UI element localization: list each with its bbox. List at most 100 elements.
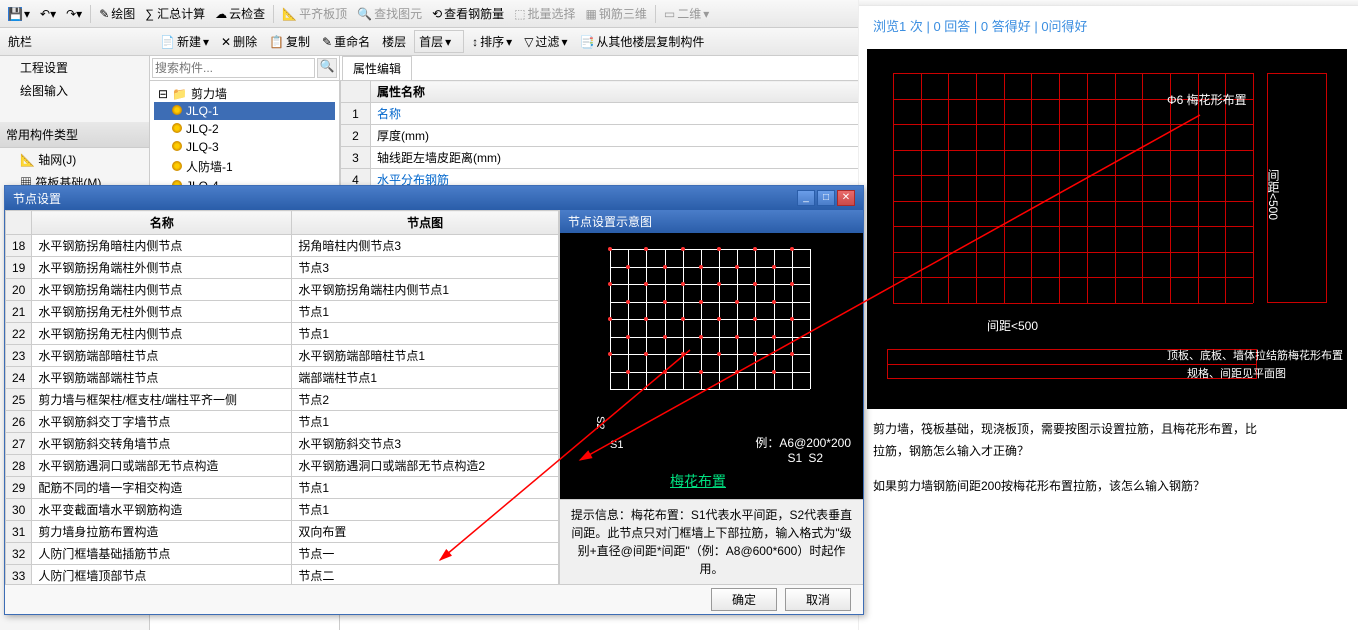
redo-icon[interactable]: ↷▾ (62, 5, 86, 23)
tree-node-jlq3[interactable]: JLQ-3 (154, 138, 335, 156)
node-row-fig[interactable]: 节点1 (292, 411, 559, 433)
node-table-row[interactable]: 32 人防门框墙基础插筋节点 节点一 (6, 543, 559, 565)
node-row-num: 26 (6, 411, 32, 433)
node-table-row[interactable]: 23 水平钢筋端部暗柱节点 水平钢筋端部暗柱节点1 (6, 345, 559, 367)
node-table-row[interactable]: 27 水平钢筋斜交转角墙节点 水平钢筋斜交节点3 (6, 433, 559, 455)
ok-button[interactable]: 确定 (711, 588, 777, 611)
node-row-num: 28 (6, 455, 32, 477)
node-table-row[interactable]: 29 配筋不同的墙一字相交构造 节点1 (6, 477, 559, 499)
tree-node-rfq1[interactable]: 人防墙-1 (154, 156, 335, 177)
node-table-row[interactable]: 18 水平钢筋拐角暗柱内侧节点 拐角暗柱内侧节点3 (6, 235, 559, 257)
node-row-fig[interactable]: 节点1 (292, 323, 559, 345)
cad-diagram: Φ6 梅花形布置 间距<500 间距<500 顶板、底板、墙体拉结筋梅花形布置 … (867, 49, 1347, 409)
floor-select[interactable]: 首层 ▾ (414, 30, 464, 53)
node-row-fig[interactable]: 水平钢筋斜交节点3 (292, 433, 559, 455)
node-row-num: 27 (6, 433, 32, 455)
s1-label: S1 (610, 439, 623, 451)
node-row-fig[interactable]: 节点二 (292, 565, 559, 585)
node-row-name: 水平钢筋拐角无柱外侧节点 (32, 301, 292, 323)
node-row-fig[interactable]: 端部端柱节点1 (292, 367, 559, 389)
cad-label-spec: 规格、间距见平面图 (1187, 365, 1286, 381)
example-label: 例：A6@200*200 (755, 434, 851, 451)
view-2d-button[interactable]: ▭ 二维 ▾ (660, 3, 713, 24)
node-row-num: 31 (6, 521, 32, 543)
rename-button[interactable]: ✎ 重命名 (318, 31, 374, 52)
draw-input-button[interactable]: 绘图输入 (0, 79, 149, 102)
node-row-name: 水平钢筋拐角无柱内侧节点 (32, 323, 292, 345)
save-icon[interactable]: 💾▾ (4, 5, 34, 23)
cad-label-phi6: Φ6 梅花形布置 (1167, 91, 1247, 108)
node-row-fig[interactable]: 拐角暗柱内侧节点3 (292, 235, 559, 257)
undo-icon[interactable]: ↶▾ (36, 5, 60, 23)
cad-label-desc: 顶板、底板、墙体拉结筋梅花形布置 (1167, 347, 1343, 363)
browser-panel: 浏览1 次 | 0 回答 | 0 答得好 | 0问得好 Φ6 梅花形布置 间距<… (858, 0, 1358, 630)
batch-select-button[interactable]: ⬚ 批量选择 (510, 3, 579, 24)
rebar-3d-button[interactable]: ▦ 钢筋三维 (582, 3, 651, 24)
meihua-link[interactable]: 梅花布置 (670, 471, 726, 491)
node-row-fig[interactable]: 水平钢筋遇洞口或端部无节点构造2 (292, 455, 559, 477)
find-elem-button[interactable]: 🔍 查找图元 (353, 3, 426, 24)
cad-label-hspacing: 间距<500 (987, 317, 1038, 334)
node-table-row[interactable]: 24 水平钢筋端部端柱节点 端部端柱节点1 (6, 367, 559, 389)
node-row-fig[interactable]: 节点1 (292, 499, 559, 521)
flat-top-button[interactable]: 📐 平齐板顶 (278, 3, 351, 24)
prop-corner (341, 81, 371, 103)
view-rebar-button[interactable]: ⟲ 查看钢筋量 (428, 3, 508, 24)
axis-item[interactable]: 📐 轴网(J) (0, 148, 149, 171)
node-row-fig[interactable]: 节点1 (292, 477, 559, 499)
prop-row-num: 1 (341, 103, 371, 125)
sort-button[interactable]: ↕ 排序 ▾ (468, 31, 516, 52)
node-row-fig[interactable]: 水平钢筋端部暗柱节点1 (292, 345, 559, 367)
filter-button[interactable]: ▽ 过滤 ▾ (520, 31, 571, 52)
node-settings-dialog: 节点设置 _ □ ✕ 名称 节点图 18 水平钢筋拐角暗柱内侧节点 拐角暗柱内侧… (4, 185, 864, 615)
search-input[interactable] (152, 58, 315, 78)
node-row-fig[interactable]: 节点3 (292, 257, 559, 279)
delete-button[interactable]: ✕ 删除 (217, 31, 261, 52)
proj-setting-button[interactable]: 工程设置 (0, 56, 149, 79)
node-table-row[interactable]: 21 水平钢筋拐角无柱外侧节点 节点1 (6, 301, 559, 323)
article-p2: 拉筋，钢筋怎么输入才正确？ (873, 441, 1344, 463)
s2-label-left: S2 (594, 416, 606, 429)
new-button[interactable]: 📄 新建 ▾ (156, 31, 213, 52)
cloud-check-button[interactable]: ☁ 云检查 (211, 3, 269, 24)
node-row-fig[interactable]: 双向布置 (292, 521, 559, 543)
node-table-row[interactable]: 26 水平钢筋斜交丁字墙节点 节点1 (6, 411, 559, 433)
article-text: 剪力墙，筏板基础，现浇板顶，需要按图示设置拉筋，且梅花形布置，比 拉筋，钢筋怎么… (859, 409, 1358, 508)
node-row-fig[interactable]: 节点1 (292, 301, 559, 323)
node-row-num: 25 (6, 389, 32, 411)
node-row-name: 配筋不同的墙一字相交构造 (32, 477, 292, 499)
search-go-button[interactable]: 🔍 (317, 58, 337, 78)
minimize-button[interactable]: _ (797, 190, 815, 206)
node-row-name: 水平钢筋拐角暗柱内侧节点 (32, 235, 292, 257)
draw-button[interactable]: ✎ 绘图 (95, 3, 139, 24)
node-table-row[interactable]: 33 人防门框墙顶部节点 节点二 (6, 565, 559, 585)
property-tab[interactable]: 属性编辑 (342, 56, 412, 80)
s1s2-label: S1 S2 (788, 451, 824, 465)
copy-button[interactable]: 📋 复制 (265, 31, 314, 52)
node-table-row[interactable]: 22 水平钢筋拐角无柱内侧节点 节点1 (6, 323, 559, 345)
node-row-name: 水平钢筋遇洞口或端部无节点构造 (32, 455, 292, 477)
close-button[interactable]: ✕ (837, 190, 855, 206)
node-row-fig[interactable]: 水平钢筋拐角端柱内侧节点1 (292, 279, 559, 301)
tree-node-jlq2[interactable]: JLQ-2 (154, 120, 335, 138)
node-row-fig[interactable]: 节点2 (292, 389, 559, 411)
node-row-fig[interactable]: 节点一 (292, 543, 559, 565)
node-row-num: 23 (6, 345, 32, 367)
node-table-row[interactable]: 25 剪力墙与框架柱/框支柱/端柱平齐一侧 节点2 (6, 389, 559, 411)
cancel-button[interactable]: 取消 (785, 588, 851, 611)
node-table-row[interactable]: 31 剪力墙身拉筋布置构造 双向布置 (6, 521, 559, 543)
view-stats: 浏览1 次 | 0 回答 | 0 答得好 | 0问得好 (859, 6, 1358, 45)
maximize-button[interactable]: □ (817, 190, 835, 206)
node-table-row[interactable]: 28 水平钢筋遇洞口或端部无节点构造 水平钢筋遇洞口或端部无节点构造2 (6, 455, 559, 477)
node-row-name: 水平钢筋拐角端柱外侧节点 (32, 257, 292, 279)
node-table-row[interactable]: 20 水平钢筋拐角端柱内侧节点 水平钢筋拐角端柱内侧节点1 (6, 279, 559, 301)
node-table-row[interactable]: 30 水平变截面墙水平钢筋构造 节点1 (6, 499, 559, 521)
sum-button[interactable]: ∑ 汇总计算 (141, 3, 209, 24)
tree-wall-group[interactable]: ⊟ 📁 剪力墙 (154, 85, 335, 102)
node-table-row[interactable]: 19 水平钢筋拐角端柱外侧节点 节点3 (6, 257, 559, 279)
hint-label: 提示信息： (571, 508, 631, 522)
node-row-name: 剪力墙与框架柱/框支柱/端柱平齐一侧 (32, 389, 292, 411)
tree-node-jlq1[interactable]: JLQ-1 (154, 102, 335, 120)
copy-other-floor-button[interactable]: 📑 从其他楼层复制构件 (575, 31, 708, 52)
node-row-num: 18 (6, 235, 32, 257)
